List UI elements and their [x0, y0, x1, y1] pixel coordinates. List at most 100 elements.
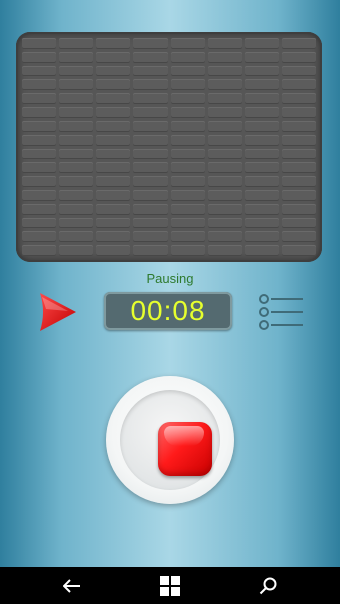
level-meter-cell	[22, 65, 57, 77]
level-meter-cell	[59, 203, 94, 215]
level-meter-cell	[22, 176, 57, 187]
stop-recording-button[interactable]	[106, 376, 234, 504]
level-meter-cell	[59, 51, 94, 63]
level-meter-cell	[170, 65, 205, 77]
recorder-screen: Pausing 00:08	[0, 0, 340, 567]
level-meter-cell	[244, 148, 279, 160]
level-meter-cell	[207, 120, 242, 132]
level-meter-cell	[281, 148, 316, 160]
level-meter-cell	[170, 93, 205, 105]
level-meter-cell	[22, 217, 57, 229]
level-meter-cell	[170, 217, 205, 229]
level-meter-cell	[170, 51, 205, 63]
level-meter-cell	[59, 148, 94, 160]
level-meter-cell	[59, 231, 94, 243]
level-meter-cell	[59, 162, 94, 174]
level-meter-cell	[96, 93, 131, 105]
level-meter-cell	[244, 79, 279, 91]
level-meter-display	[16, 32, 322, 262]
level-meter-cell	[133, 51, 168, 63]
system-nav-bar	[0, 567, 340, 604]
level-meter-cell	[59, 217, 94, 229]
level-meter-cell	[281, 217, 316, 229]
play-triangle-icon	[40, 293, 76, 331]
back-arrow-icon	[63, 578, 80, 593]
level-meter-cell	[170, 134, 205, 146]
level-meter-cell	[59, 134, 94, 146]
level-meter-cell	[244, 245, 279, 256]
level-meter-cell	[133, 65, 168, 77]
elapsed-time-display: 00:08	[104, 292, 232, 330]
level-meter-cell	[22, 148, 57, 160]
record-button-well	[120, 390, 220, 490]
level-meter-cell	[59, 93, 94, 105]
level-meter-cell	[281, 51, 316, 63]
recordings-list-button[interactable]	[257, 292, 305, 332]
level-meter-cell	[22, 245, 57, 256]
level-meter-cell	[22, 162, 57, 174]
level-meter-cell	[244, 107, 279, 118]
level-meter-cell	[59, 107, 94, 118]
level-meter-cell	[207, 245, 242, 256]
level-meter-cell	[96, 231, 131, 243]
level-meter-cell	[59, 176, 94, 187]
level-meter-cell	[22, 79, 57, 91]
level-meter-cell	[22, 120, 57, 132]
level-meter-cell	[244, 162, 279, 174]
level-meter-cell	[96, 79, 131, 91]
level-meter-cell	[59, 189, 94, 201]
level-meter-cell	[133, 189, 168, 201]
level-meter-cell	[244, 120, 279, 132]
start-button[interactable]	[140, 567, 200, 604]
level-meter-cell	[281, 203, 316, 215]
level-meter-cell	[281, 120, 316, 132]
level-meter-cell	[133, 38, 168, 49]
level-meter-cell	[281, 93, 316, 105]
windows-logo-icon	[160, 575, 180, 596]
search-icon	[259, 577, 277, 594]
level-meter-cell	[133, 107, 168, 118]
level-meter-cell	[96, 189, 131, 201]
level-meter-cell	[207, 38, 242, 49]
recordings-list-icon	[259, 294, 303, 330]
back-button[interactable]	[42, 567, 102, 604]
level-meter-cell	[170, 231, 205, 243]
level-meter-cell	[133, 93, 168, 105]
level-meter-cell	[244, 38, 279, 49]
level-meter-cell	[281, 245, 316, 256]
play-button[interactable]	[38, 291, 78, 333]
level-meter-cell	[207, 93, 242, 105]
level-meter-cell	[133, 203, 168, 215]
level-meter-cell	[207, 203, 242, 215]
level-meter-grid	[22, 38, 316, 256]
level-meter-cell	[22, 189, 57, 201]
level-meter-cell	[22, 231, 57, 243]
level-meter-cell	[207, 79, 242, 91]
level-meter-cell	[133, 217, 168, 229]
level-meter-cell	[59, 38, 94, 49]
level-meter-cell	[133, 176, 168, 187]
level-meter-cell	[207, 51, 242, 63]
level-meter-cell	[281, 189, 316, 201]
level-meter-cell	[281, 162, 316, 174]
level-meter-cell	[170, 107, 205, 118]
level-meter-cell	[207, 134, 242, 146]
level-meter-cell	[22, 93, 57, 105]
level-meter-cell	[281, 231, 316, 243]
search-button[interactable]	[238, 567, 298, 604]
level-meter-cell	[170, 79, 205, 91]
level-meter-cell	[207, 148, 242, 160]
level-meter-cell	[96, 120, 131, 132]
elapsed-time: 00:08	[130, 295, 206, 326]
level-meter-cell	[22, 134, 57, 146]
level-meter-cell	[133, 231, 168, 243]
level-meter-cell	[96, 162, 131, 174]
level-meter-cell	[22, 38, 57, 49]
level-meter-cell	[207, 107, 242, 118]
level-meter-cell	[170, 245, 205, 256]
level-meter-cell	[244, 176, 279, 187]
level-meter-cell	[207, 217, 242, 229]
level-meter-cell	[96, 176, 131, 187]
level-meter-cell	[170, 148, 205, 160]
level-meter-cell	[96, 245, 131, 256]
